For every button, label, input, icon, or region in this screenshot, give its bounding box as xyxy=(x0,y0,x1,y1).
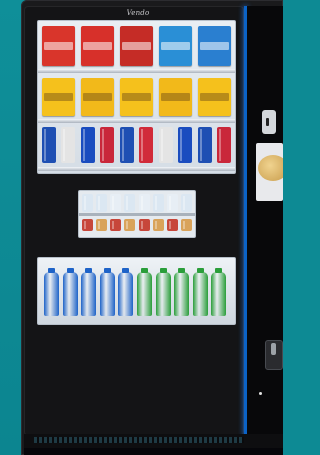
drink-can[interactable] xyxy=(100,127,115,163)
snack-bag[interactable] xyxy=(81,26,114,66)
bottle-cap xyxy=(122,268,130,273)
bottle-cap xyxy=(196,268,204,273)
drink-bottle[interactable] xyxy=(82,194,93,212)
snack-bag[interactable] xyxy=(120,78,153,116)
snack-bag[interactable] xyxy=(42,78,75,116)
food-ad-screen[interactable] xyxy=(256,143,283,201)
drink-bottle[interactable] xyxy=(138,194,150,212)
drink-can[interactable] xyxy=(197,127,212,163)
snack-pack[interactable] xyxy=(82,219,93,231)
bag-label xyxy=(122,93,151,102)
cans-row xyxy=(42,127,231,163)
snack-bag[interactable] xyxy=(159,78,192,116)
bag-label xyxy=(83,42,112,50)
shelf xyxy=(38,167,235,171)
snack-pack[interactable] xyxy=(124,219,136,231)
second-snack-row xyxy=(42,78,231,116)
snack-pack[interactable] xyxy=(152,219,164,231)
shelf xyxy=(79,213,195,216)
water-bottle[interactable] xyxy=(44,268,59,316)
drink-can[interactable] xyxy=(158,127,173,163)
bottle-cap xyxy=(141,268,148,273)
drink-can[interactable] xyxy=(42,127,56,163)
bag-label xyxy=(200,93,229,102)
snack-bag[interactable] xyxy=(159,26,192,66)
water-bottle[interactable] xyxy=(99,268,115,316)
snack-pack[interactable] xyxy=(180,219,192,231)
bottle-cap xyxy=(103,268,111,273)
water-bottle[interactable] xyxy=(192,268,208,316)
drink-bottle[interactable] xyxy=(124,194,136,212)
control-panel xyxy=(247,6,283,436)
vent-grill xyxy=(34,437,244,443)
snack-bag[interactable] xyxy=(198,26,231,66)
water-bottle[interactable] xyxy=(174,268,190,316)
drink-bottle[interactable] xyxy=(180,194,192,212)
snack-pack[interactable] xyxy=(96,219,108,231)
water-bottle[interactable] xyxy=(81,268,97,316)
bottle-window[interactable] xyxy=(37,257,236,325)
drink-can[interactable] xyxy=(119,127,134,163)
snack-bag[interactable] xyxy=(120,26,153,66)
pickup-door-icon[interactable] xyxy=(265,340,283,370)
bag-label xyxy=(83,93,112,102)
water-bottle[interactable] xyxy=(62,268,78,316)
bag-label xyxy=(44,93,73,102)
bottle-cap xyxy=(66,268,74,273)
bag-label xyxy=(161,42,190,50)
coin-slot-icon[interactable] xyxy=(262,110,276,134)
middle-drinks-window[interactable] xyxy=(78,190,196,238)
water-bottle[interactable] xyxy=(155,268,171,316)
snack-bag[interactable] xyxy=(198,78,231,116)
bag-label xyxy=(200,42,229,50)
bottle-cap xyxy=(215,268,223,273)
drink-can[interactable] xyxy=(61,127,76,163)
snack-bag[interactable] xyxy=(42,26,75,66)
snack-pack[interactable] xyxy=(166,219,178,231)
pickup-handle xyxy=(271,343,276,355)
snack-pack[interactable] xyxy=(138,219,150,231)
drink-can[interactable] xyxy=(178,127,193,163)
bottle-cap xyxy=(48,268,55,273)
drink-can[interactable] xyxy=(216,127,231,163)
kick-plate xyxy=(24,448,283,455)
snack-pack[interactable] xyxy=(110,219,122,231)
food-image xyxy=(258,155,283,181)
drink-can[interactable] xyxy=(80,127,95,163)
top-snack-row xyxy=(42,26,231,66)
shelf xyxy=(38,119,235,123)
bottle-cap xyxy=(178,268,186,273)
water-bottle[interactable] xyxy=(118,268,134,316)
bottle-cap xyxy=(85,268,93,273)
drink-bottle[interactable] xyxy=(152,194,164,212)
drink-bottle[interactable] xyxy=(166,194,178,212)
drink-bottle[interactable] xyxy=(96,194,108,212)
drink-bottle[interactable] xyxy=(110,194,122,212)
middle-drinks-lower-row xyxy=(82,219,192,233)
water-bottle[interactable] xyxy=(211,268,227,316)
snack-window[interactable] xyxy=(37,20,236,174)
bag-label xyxy=(161,93,190,102)
shelf xyxy=(38,69,235,73)
bottle-cap xyxy=(159,268,167,273)
bag-label xyxy=(122,42,151,50)
status-led xyxy=(259,392,262,395)
brand-logo: Vendo xyxy=(126,9,150,17)
snack-bag[interactable] xyxy=(81,78,114,116)
water-bottle[interactable] xyxy=(137,268,152,316)
drink-can[interactable] xyxy=(139,127,154,163)
middle-drinks-row xyxy=(82,194,192,212)
bag-label xyxy=(44,42,73,50)
coin-slot-opening xyxy=(266,118,269,126)
